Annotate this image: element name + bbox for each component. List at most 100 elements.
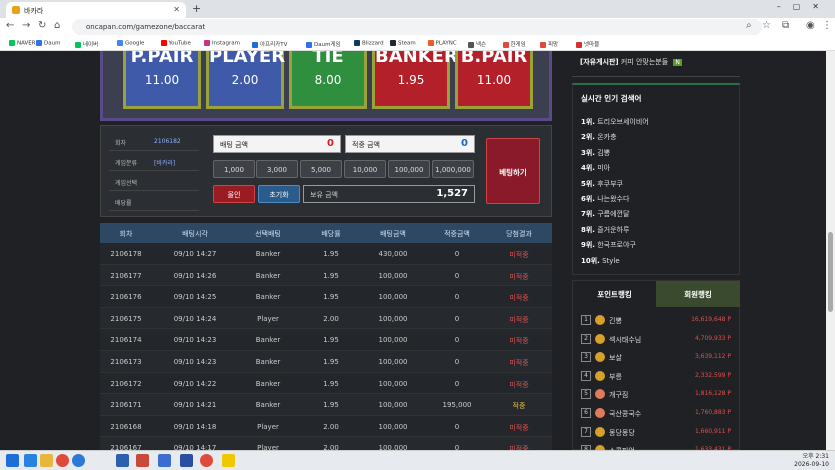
tab-member-ranking[interactable]: 회원랭킹 — [656, 281, 740, 307]
reload-icon[interactable]: ↻ — [38, 20, 46, 31]
bookmark-item[interactable]: Blizzard — [354, 40, 384, 47]
tab-point-ranking[interactable]: 포인트랭킹 — [573, 281, 656, 307]
kakaotalk-icon[interactable] — [222, 454, 235, 467]
bookmark-item[interactable]: Google — [117, 40, 144, 47]
ranking-row[interactable]: 4 부릉 2,332,599 P — [581, 369, 731, 387]
bookmark-item[interactable]: 아프리카TV — [252, 40, 287, 48]
profile-icon[interactable]: ◉ — [806, 20, 815, 31]
popular-search-item[interactable]: 2위. 온카충 — [581, 132, 617, 142]
back-icon[interactable]: ← — [6, 20, 14, 31]
system-clock[interactable]: 오후 2:31 2026-09-10 — [794, 453, 829, 469]
reset-button[interactable]: 초기화 — [258, 185, 300, 203]
history-cell: 100,000 — [378, 401, 408, 410]
bookmark-item[interactable]: Daum게임 — [306, 40, 341, 48]
bookmark-item[interactable]: 넥슨 — [468, 40, 486, 48]
chip-button[interactable]: 10,000 — [344, 160, 386, 178]
menu-icon[interactable]: ⋮ — [822, 20, 832, 31]
popular-search-item[interactable]: 6위. 나는왔수다 — [581, 194, 629, 204]
extensions-icon[interactable]: ⧉ — [782, 20, 789, 31]
bookmark-label: PLAYNC — [435, 40, 457, 47]
bookmark-item[interactable]: NAVER — [9, 40, 36, 47]
history-cell: 2106178 — [110, 250, 142, 258]
edge-icon[interactable] — [72, 454, 85, 467]
chip-button[interactable]: 1,000 — [213, 160, 255, 178]
chrome-running-icon[interactable] — [200, 454, 213, 467]
bet-option-ppair[interactable]: P.PAIR 11.00 — [123, 51, 201, 109]
popular-search-item[interactable]: 4위. 미아 — [581, 163, 610, 173]
file-explorer-icon[interactable] — [40, 454, 53, 467]
bookmark-star-icon[interactable]: ☆ — [762, 20, 771, 31]
new-tab-button[interactable]: + — [192, 2, 201, 15]
bookmark-favicon-icon — [75, 41, 81, 48]
popular-search-item[interactable]: 5위. 후쿠부쿠 — [581, 179, 623, 189]
history-cell: 2106172 — [110, 379, 142, 388]
history-row: 2106167 09/10 14:17 Player 2.00 100,000 0 미적중 — [100, 437, 552, 450]
bookmark-favicon-icon — [9, 40, 15, 46]
bookmark-item[interactable]: PLAYNC — [427, 40, 457, 47]
ranking-row[interactable]: 5 개구짐 1,816,128 P — [581, 387, 731, 405]
place-bet-button[interactable]: 베팅하기 — [486, 138, 540, 204]
bookmark-item[interactable]: Instagram — [204, 40, 240, 47]
bookmark-item[interactable]: Daum — [36, 40, 60, 47]
home-icon[interactable]: ⌂ — [54, 20, 60, 31]
task-view-icon[interactable] — [24, 454, 37, 467]
ranking-row[interactable]: 3 보살 3,639,112 P — [581, 350, 731, 368]
windows-start-icon[interactable] — [6, 454, 19, 467]
app-icon-1[interactable] — [116, 454, 129, 467]
scrollbar-thumb[interactable] — [828, 232, 833, 312]
popular-search-item[interactable]: 9위. 한국프로야구 — [581, 240, 636, 250]
bookmark-item[interactable]: YouTube — [160, 40, 191, 47]
bookmark-item[interactable]: 넷마블 — [576, 40, 599, 48]
result-badge: 미적중 — [509, 359, 529, 367]
popular-rank: 10위. — [581, 256, 600, 265]
ranking-row[interactable]: 8스콜피언1,633,431 P — [581, 443, 731, 450]
close-tab-icon[interactable]: ✕ — [173, 5, 180, 14]
chrome-icon[interactable] — [56, 454, 69, 467]
bookmark-favicon-icon — [354, 40, 360, 46]
bet-option-bpair[interactable]: B.PAIR 11.00 — [455, 51, 533, 109]
app-icon-2[interactable] — [136, 454, 149, 467]
popular-search-item[interactable]: 1위. 트리오브세이비어 — [581, 117, 649, 127]
popular-search-item[interactable]: 10위. Style — [581, 256, 620, 266]
bookmark-item[interactable]: 한게임 — [502, 40, 526, 48]
forward-icon[interactable]: → — [22, 20, 30, 31]
url-input[interactable]: oncapan.com/gamezone/baccarat — [72, 19, 762, 35]
popular-search-item[interactable]: 8위. 즐거운하루 — [581, 225, 629, 235]
rank-level-icon — [595, 370, 605, 381]
popular-search-item[interactable]: 3위. 김뽕 — [581, 148, 610, 158]
allin-button[interactable]: 올인 — [213, 185, 255, 203]
result-badge: 미적중 — [509, 337, 529, 346]
bookmark-item[interactable]: Steam — [390, 40, 416, 47]
chip-button[interactable]: 1,000,000 — [432, 160, 474, 178]
popular-term: 한국프로야구 — [597, 241, 636, 250]
history-cell: 0 — [454, 379, 460, 388]
window-controls[interactable]: –▢✕ — [777, 2, 831, 11]
bookmark-label: 한게임 — [510, 42, 526, 48]
app-icon-3[interactable] — [158, 454, 171, 467]
popular-search-item[interactable]: 7위. 구름에껀달 — [581, 209, 629, 219]
bet-option-banker[interactable]: BANKER 1.95 — [372, 51, 458, 109]
zoom-icon[interactable]: ⌕ — [746, 20, 752, 31]
ranking-row[interactable]: 6 국산콩국수 1,760,883 P — [581, 406, 731, 424]
bet-option-tie[interactable]: TIE 8.00 — [289, 51, 367, 109]
browser-tab[interactable]: 바카라 ✕ — [6, 2, 186, 18]
bookmark-label: Steam — [398, 40, 416, 47]
bookmark-item[interactable]: 피망 — [540, 40, 558, 48]
history-cell: Banker — [255, 379, 281, 388]
ranking-row[interactable]: 7 몽당몽당 1,660,911 P — [581, 425, 731, 443]
free-board-post[interactable]: 커피 안맞는분들 — [621, 58, 668, 66]
history-cell: 2106175 — [110, 314, 142, 323]
bookmark-item[interactable]: 네이버 — [75, 40, 98, 48]
ranking-row[interactable]: 1 긴뽕 16,619,648 P — [581, 313, 731, 331]
popular-rank: 8위. — [581, 225, 595, 234]
bookmark-favicon-icon — [204, 40, 210, 46]
free-board-latest[interactable]: [자유게시판] 커피 안맞는분들 N — [572, 51, 740, 77]
history-column-header: 배당률 — [321, 230, 341, 238]
history-cell: Banker — [255, 358, 281, 366]
ranking-row[interactable]: 2 섹시태수님 4,709,933 P — [581, 332, 731, 350]
chip-button[interactable]: 100,000 — [388, 160, 430, 178]
word-icon[interactable] — [180, 454, 193, 467]
chip-button[interactable]: 5,000 — [300, 160, 342, 178]
chip-button[interactable]: 3,000 — [256, 160, 298, 178]
bet-option-player[interactable]: PLAYER 2.00 — [206, 51, 285, 109]
